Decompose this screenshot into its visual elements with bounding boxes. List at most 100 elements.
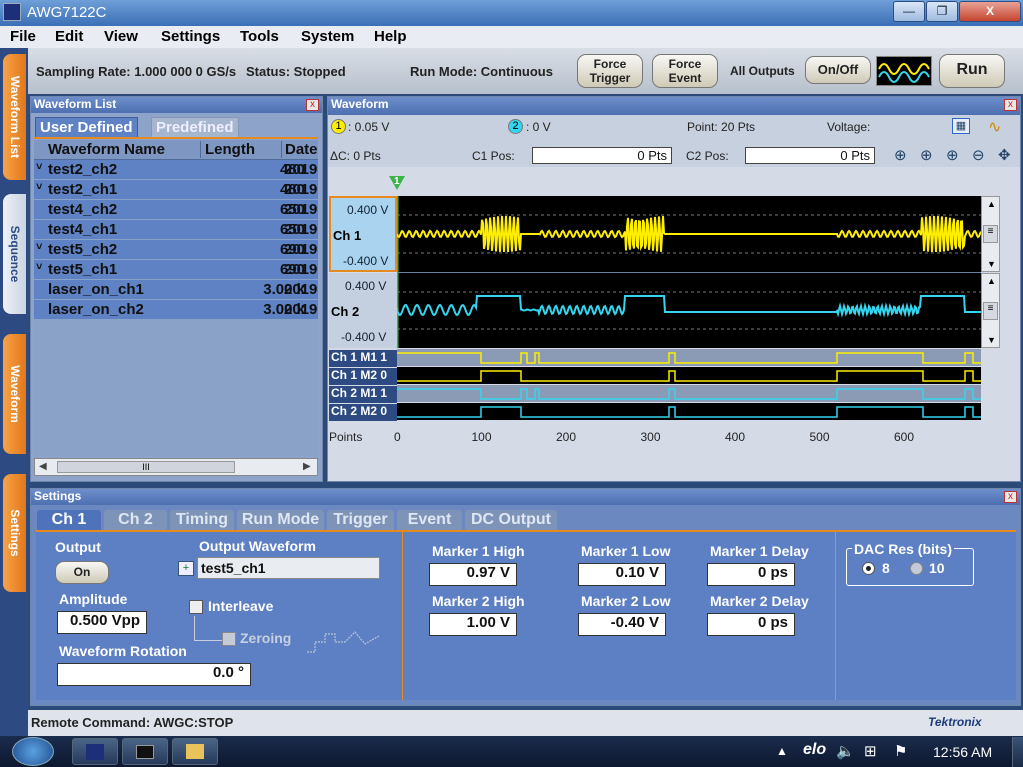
all-outputs-onoff-button[interactable]: On/Off: [805, 56, 871, 84]
marker1-delay-input[interactable]: 0 ps: [707, 563, 795, 586]
ch1-label-box[interactable]: 0.400 V Ch 1 -0.400 V: [329, 196, 397, 272]
menu-file[interactable]: File: [10, 28, 36, 45]
dac-10-radio[interactable]: [910, 562, 923, 575]
interleave-label: Interleave: [208, 598, 274, 614]
menu-settings[interactable]: Settings: [161, 28, 220, 45]
side-tab-sequence[interactable]: Sequence: [3, 194, 26, 314]
start-button-icon[interactable]: [12, 737, 54, 766]
zoom-in-h-icon[interactable]: ⊕: [920, 146, 933, 164]
settings-close-icon[interactable]: x: [1004, 491, 1017, 503]
close-button[interactable]: X: [959, 1, 1021, 22]
tab-predefined[interactable]: Predefined: [151, 117, 239, 138]
ch1-scroll-thumb[interactable]: ≡: [983, 225, 998, 243]
side-tab-settings[interactable]: Settings: [3, 474, 26, 592]
x-tick-label: 500: [809, 430, 830, 444]
force-event-button[interactable]: Force Event: [652, 54, 718, 88]
scroll-thumb[interactable]: III: [57, 461, 235, 473]
zoom-in-v-icon[interactable]: ⊕: [946, 146, 959, 164]
marker1-high-input[interactable]: 0.97 V: [429, 563, 517, 586]
waveform-close-icon[interactable]: x: [1004, 99, 1017, 111]
tray-expand-icon[interactable]: ▲: [776, 744, 788, 758]
col-waveform-name[interactable]: Waveform Name: [48, 141, 165, 158]
tab-user-defined[interactable]: User Defined: [35, 117, 138, 138]
side-tab-waveform-list[interactable]: Waveform List: [3, 54, 26, 180]
marker2-low-input[interactable]: -0.40 V: [578, 613, 666, 636]
c1-pos-input[interactable]: 0 Pts: [532, 147, 672, 164]
tab-event[interactable]: Event: [397, 510, 462, 530]
interleave-checkbox[interactable]: [189, 600, 203, 614]
zeroing-checkbox[interactable]: [222, 632, 236, 646]
waveform-rotation-input[interactable]: 0.0 °: [57, 663, 251, 686]
table-row[interactable]: ˅ test5_ch2 690 2019: [34, 240, 318, 260]
c2-pos-input[interactable]: 0 Pts: [745, 147, 875, 164]
output-on-button[interactable]: On: [55, 561, 109, 584]
zoom-fit-icon[interactable]: ✥: [998, 146, 1011, 164]
taskbar-cmd-icon[interactable]: [122, 738, 168, 765]
table-row[interactable]: test4_ch1 650 2019: [34, 220, 318, 240]
scroll-right-icon[interactable]: ▶: [303, 461, 311, 472]
minimize-button[interactable]: —: [893, 1, 925, 22]
expand-chevron-icon[interactable]: ˅: [36, 161, 42, 173]
elo-icon[interactable]: elo: [803, 741, 826, 759]
run-mode-text: Run Mode: Continuous: [410, 64, 553, 79]
table-row[interactable]: ˅ test5_ch1 690 2019: [34, 260, 318, 280]
zoom-in-icon[interactable]: ⊕: [894, 146, 907, 164]
menu-help[interactable]: Help: [374, 28, 407, 45]
waveform-select-icon[interactable]: +: [178, 561, 194, 576]
menu-tools[interactable]: Tools: [240, 28, 279, 45]
menu-system[interactable]: System: [301, 28, 354, 45]
tab-ch1[interactable]: Ch 1: [37, 510, 101, 530]
menu-edit[interactable]: Edit: [55, 28, 83, 45]
scroll-down-icon[interactable]: ▼: [987, 335, 996, 345]
points-label: Points: [329, 430, 363, 444]
marker2-delay-input[interactable]: 0 ps: [707, 613, 795, 636]
expand-chevron-icon[interactable]: ˅: [36, 181, 42, 193]
tab-trigger[interactable]: Trigger: [327, 510, 394, 530]
show-desktop-button[interactable]: [1012, 737, 1023, 767]
horizontal-scrollbar[interactable]: ◀ III ▶: [34, 458, 318, 476]
tab-ch2[interactable]: Ch 2: [104, 510, 167, 530]
scroll-left-icon[interactable]: ◀: [39, 461, 47, 472]
expand-chevron-icon[interactable]: ˅: [36, 241, 42, 253]
menu-view[interactable]: View: [104, 28, 138, 45]
ch2-scrollbar[interactable]: ▲ ≡ ▼: [981, 273, 1000, 348]
force-trigger-button[interactable]: Force Trigger: [577, 54, 643, 88]
ch2-label-box[interactable]: 0.400 V Ch 2 -0.400 V: [329, 273, 397, 348]
waveform-list-close-icon[interactable]: x: [306, 99, 319, 111]
dac-8-radio[interactable]: [862, 562, 875, 575]
volume-icon[interactable]: 🔈: [836, 742, 855, 760]
side-tab-waveform[interactable]: Waveform: [3, 334, 26, 454]
ch1-scrollbar[interactable]: ▲ ≡ ▼: [981, 196, 1000, 272]
amplitude-input[interactable]: 0.500 Vpp: [57, 611, 147, 634]
waveform-name-cell: test5_ch1: [48, 261, 118, 278]
table-row[interactable]: ˅ test2_ch2 480 2019: [34, 160, 318, 180]
expand-chevron-icon[interactable]: ˅: [36, 261, 42, 273]
marker1-low-input[interactable]: 0.10 V: [578, 563, 666, 586]
tab-dc-output[interactable]: DC Output: [465, 510, 557, 530]
network-icon[interactable]: ⊞: [864, 742, 877, 760]
tab-run-mode[interactable]: Run Mode: [237, 510, 324, 530]
table-row[interactable]: laser_on_ch1 3.00 k 2019: [34, 280, 318, 300]
waveform-display[interactable]: [397, 196, 981, 422]
ch2-scroll-thumb[interactable]: ≡: [983, 302, 998, 320]
table-row[interactable]: laser_on_ch2 3.00 k 2019: [34, 300, 318, 320]
marker2-high-input[interactable]: 1.00 V: [429, 613, 517, 636]
table-row[interactable]: test4_ch2 650 2019: [34, 200, 318, 220]
maximize-button[interactable]: ❐: [926, 1, 958, 22]
output-waveform-field[interactable]: test5_ch1: [197, 557, 380, 579]
taskbar-awg-icon[interactable]: [72, 738, 118, 765]
scroll-down-icon[interactable]: ▼: [987, 259, 996, 269]
table-icon[interactable]: ▦: [952, 118, 970, 134]
scroll-up-icon[interactable]: ▲: [987, 276, 996, 286]
flag-icon[interactable]: ⚑: [894, 742, 907, 760]
table-header: Waveform Name Length Date: [34, 140, 318, 160]
table-row[interactable]: ˅ test2_ch1 480 2019: [34, 180, 318, 200]
cursor-flag[interactable]: 1: [388, 176, 406, 194]
tab-timing[interactable]: Timing: [170, 510, 234, 530]
zoom-out-icon[interactable]: ⊖: [972, 146, 985, 164]
scroll-up-icon[interactable]: ▲: [987, 199, 996, 209]
col-date[interactable]: Date: [281, 141, 318, 158]
run-button[interactable]: Run: [939, 54, 1005, 88]
wave-tool-icon[interactable]: ∿: [988, 117, 1001, 137]
taskbar-explorer-icon[interactable]: [172, 738, 218, 765]
